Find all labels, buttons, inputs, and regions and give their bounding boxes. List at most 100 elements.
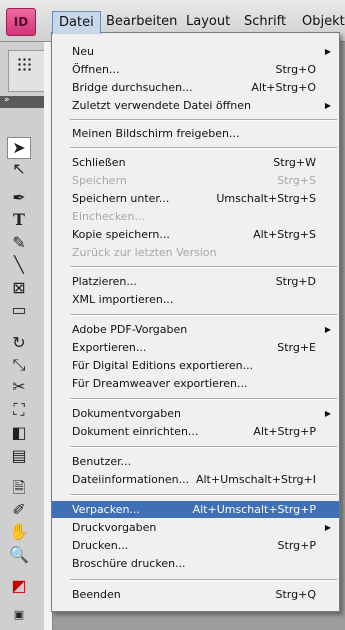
- direct-selection-tool-icon[interactable]: ↖: [7, 159, 31, 179]
- menu-item-label: Dokument einrichten...: [72, 425, 199, 438]
- menu-item-neu[interactable]: Neu ▶: [52, 43, 339, 60]
- menu-item-shortcut: Strg+Q: [275, 588, 316, 601]
- menu-item-shortcut: Strg+D: [275, 275, 316, 288]
- menu-item-xml-importieren[interactable]: XML importieren...: [52, 291, 339, 308]
- menu-bearbeiten[interactable]: Bearbeiten: [100, 12, 183, 32]
- note-tool-icon[interactable]: 🗎: [7, 478, 31, 498]
- datei-menu: Neu ▶ Öffnen... Strg+O Bridge durchsuchen.…: [51, 32, 340, 612]
- menu-item-druckvorgaben[interactable]: Druckvorgaben ▶: [52, 519, 339, 536]
- pencil-tool-icon[interactable]: ✎: [7, 233, 31, 253]
- menu-item-shortcut: Alt+Strg+S: [253, 228, 316, 241]
- menu-datei[interactable]: Datei: [52, 11, 101, 34]
- menu-item-speichern[interactable]: Speichern Strg+S: [52, 172, 339, 189]
- fill-stroke-icon[interactable]: ◩: [7, 576, 31, 596]
- menu-item-label: Broschüre drucken...: [72, 557, 186, 570]
- submenu-arrow-icon: ▶: [324, 523, 331, 532]
- menu-item-label: Einchecken...: [72, 210, 146, 223]
- menu-item-broschuere-drucken[interactable]: Broschüre drucken...: [52, 555, 339, 572]
- menu-separator: [70, 579, 337, 581]
- menu-item-shortcut: Strg+W: [273, 156, 316, 169]
- menu-item-label: XML importieren...: [72, 293, 174, 306]
- menu-item-dokument-einrichten[interactable]: Dokument einrichten... Alt+Strg+P: [52, 423, 339, 440]
- zoom-tool-icon[interactable]: 🔍: [7, 545, 31, 565]
- menu-item-label: Adobe PDF-Vorgaben: [72, 323, 188, 336]
- menu-item-shortcut: Alt+Umschalt+Strg+P: [192, 503, 316, 516]
- menu-item-shortcut: Strg+P: [277, 539, 316, 552]
- submenu-arrow-icon: ▶: [324, 409, 331, 418]
- type-tool-icon[interactable]: T: [7, 210, 31, 230]
- menu-separator: [70, 147, 337, 149]
- menu-item-label: Meinen Bildschirm freigeben...: [72, 127, 240, 140]
- menu-separator: [70, 314, 337, 316]
- rectangle-tool-icon[interactable]: ▭: [7, 300, 31, 320]
- menu-item-label: Platzieren...: [72, 275, 137, 288]
- menu-item-digital-editions[interactable]: Für Digital Editions exportieren...: [52, 357, 339, 374]
- menu-item-label: Exportieren...: [72, 341, 147, 354]
- menu-item-verpacken[interactable]: Verpacken... Alt+Umschalt+Strg+P: [52, 501, 339, 518]
- gradient-feather-tool-icon[interactable]: ▤: [7, 446, 31, 466]
- menu-item-label: Zuletzt verwendete Datei öffnen: [72, 99, 251, 112]
- menu-item-einchecken[interactable]: Einchecken...: [52, 208, 339, 225]
- rotate-tool-icon[interactable]: ↻: [7, 333, 31, 353]
- menu-item-shortcut: Alt+Strg+P: [253, 425, 316, 438]
- collapse-panel-icon[interactable]: »: [4, 95, 10, 105]
- gradient-tool-icon[interactable]: ◧: [7, 423, 31, 443]
- eyedropper-tool-icon[interactable]: ✐: [7, 500, 31, 520]
- menu-item-shortcut: Strg+O: [275, 63, 316, 76]
- menu-item-bildschirm-freigeben[interactable]: Meinen Bildschirm freigeben...: [52, 125, 339, 142]
- menu-item-label: Beenden: [72, 588, 121, 601]
- menu-item-shortcut: Strg+S: [277, 174, 316, 187]
- menu-item-label: Zurück zur letzten Version: [72, 246, 217, 259]
- menu-item-shortcut: Strg+E: [277, 341, 316, 354]
- line-tool-icon[interactable]: ╲: [7, 255, 31, 275]
- menu-item-label: Drucken...: [72, 539, 129, 552]
- menu-item-platzieren[interactable]: Platzieren... Strg+D: [52, 273, 339, 290]
- menu-item-speichern-unter[interactable]: Speichern unter... Umschalt+Strg+S: [52, 190, 339, 207]
- scale-tool-icon[interactable]: ⤡: [7, 355, 31, 375]
- menu-item-oeffnen[interactable]: Öffnen... Strg+O: [52, 61, 339, 78]
- pen-tool-icon[interactable]: ✒: [7, 188, 31, 208]
- menu-item-label: Schließen: [72, 156, 126, 169]
- menu-item-benutzer[interactable]: Benutzer...: [52, 453, 339, 470]
- rectangle-frame-tool-icon[interactable]: ⊠: [7, 278, 31, 298]
- menu-item-bridge-durchsuchen[interactable]: Bridge durchsuchen... Alt+Strg+O: [52, 79, 339, 96]
- reference-point-icon[interactable]: [17, 57, 31, 71]
- menu-item-label: Speichern: [72, 174, 127, 187]
- menu-layout[interactable]: Layout: [180, 12, 236, 32]
- menu-item-label: Für Digital Editions exportieren...: [72, 359, 254, 372]
- submenu-arrow-icon: ▶: [324, 47, 331, 56]
- app-logo: ID: [6, 8, 36, 36]
- menu-item-drucken[interactable]: Drucken... Strg+P: [52, 537, 339, 554]
- menu-item-pdf-vorgaben[interactable]: Adobe PDF-Vorgaben ▶: [52, 321, 339, 338]
- menu-item-kopie-speichern[interactable]: Kopie speichern... Alt+Strg+S: [52, 226, 339, 243]
- menu-objekt[interactable]: Objekt: [296, 12, 345, 32]
- menu-separator: [70, 398, 337, 400]
- menu-item-zurueck-letzte-version[interactable]: Zurück zur letzten Version: [52, 244, 339, 261]
- menu-separator: [70, 446, 337, 448]
- menu-item-dokumentvorgaben[interactable]: Dokumentvorgaben ▶: [52, 405, 339, 422]
- menu-item-shortcut: Umschalt+Strg+S: [216, 192, 316, 205]
- menu-item-label: Benutzer...: [72, 455, 132, 468]
- menu-item-label: Neu: [72, 45, 94, 58]
- view-mode-icon[interactable]: ▣: [7, 605, 31, 625]
- free-transform-tool-icon[interactable]: ⛶: [7, 400, 31, 420]
- submenu-arrow-icon: ▶: [324, 325, 331, 334]
- hand-tool-icon[interactable]: ✋: [7, 522, 31, 542]
- menu-schrift[interactable]: Schrift: [238, 12, 292, 32]
- menu-item-label: Bridge durchsuchen...: [72, 81, 193, 94]
- selection-tool-icon[interactable]: ➤: [7, 137, 31, 159]
- menu-item-label: Verpacken...: [72, 503, 140, 516]
- submenu-arrow-icon: ▶: [324, 101, 331, 110]
- scissors-tool-icon[interactable]: ✂: [7, 377, 31, 397]
- menu-item-beenden[interactable]: Beenden Strg+Q: [52, 586, 339, 603]
- menu-item-schliessen[interactable]: Schließen Strg+W: [52, 154, 339, 171]
- menu-separator: [70, 119, 337, 121]
- menu-item-label: Dokumentvorgaben: [72, 407, 181, 420]
- menu-item-zuletzt-verwendet[interactable]: Zuletzt verwendete Datei öffnen ▶: [52, 97, 339, 114]
- menu-item-dreamweaver[interactable]: Für Dreamweaver exportieren...: [52, 375, 339, 392]
- menu-item-shortcut: Alt+Umschalt+Strg+I: [195, 473, 316, 486]
- menu-item-label: Dateiinformationen...: [72, 473, 190, 486]
- menu-separator: [70, 494, 337, 496]
- menu-item-exportieren[interactable]: Exportieren... Strg+E: [52, 339, 339, 356]
- menu-item-dateiinformationen[interactable]: Dateiinformationen... Alt+Umschalt+Strg+I: [52, 471, 339, 488]
